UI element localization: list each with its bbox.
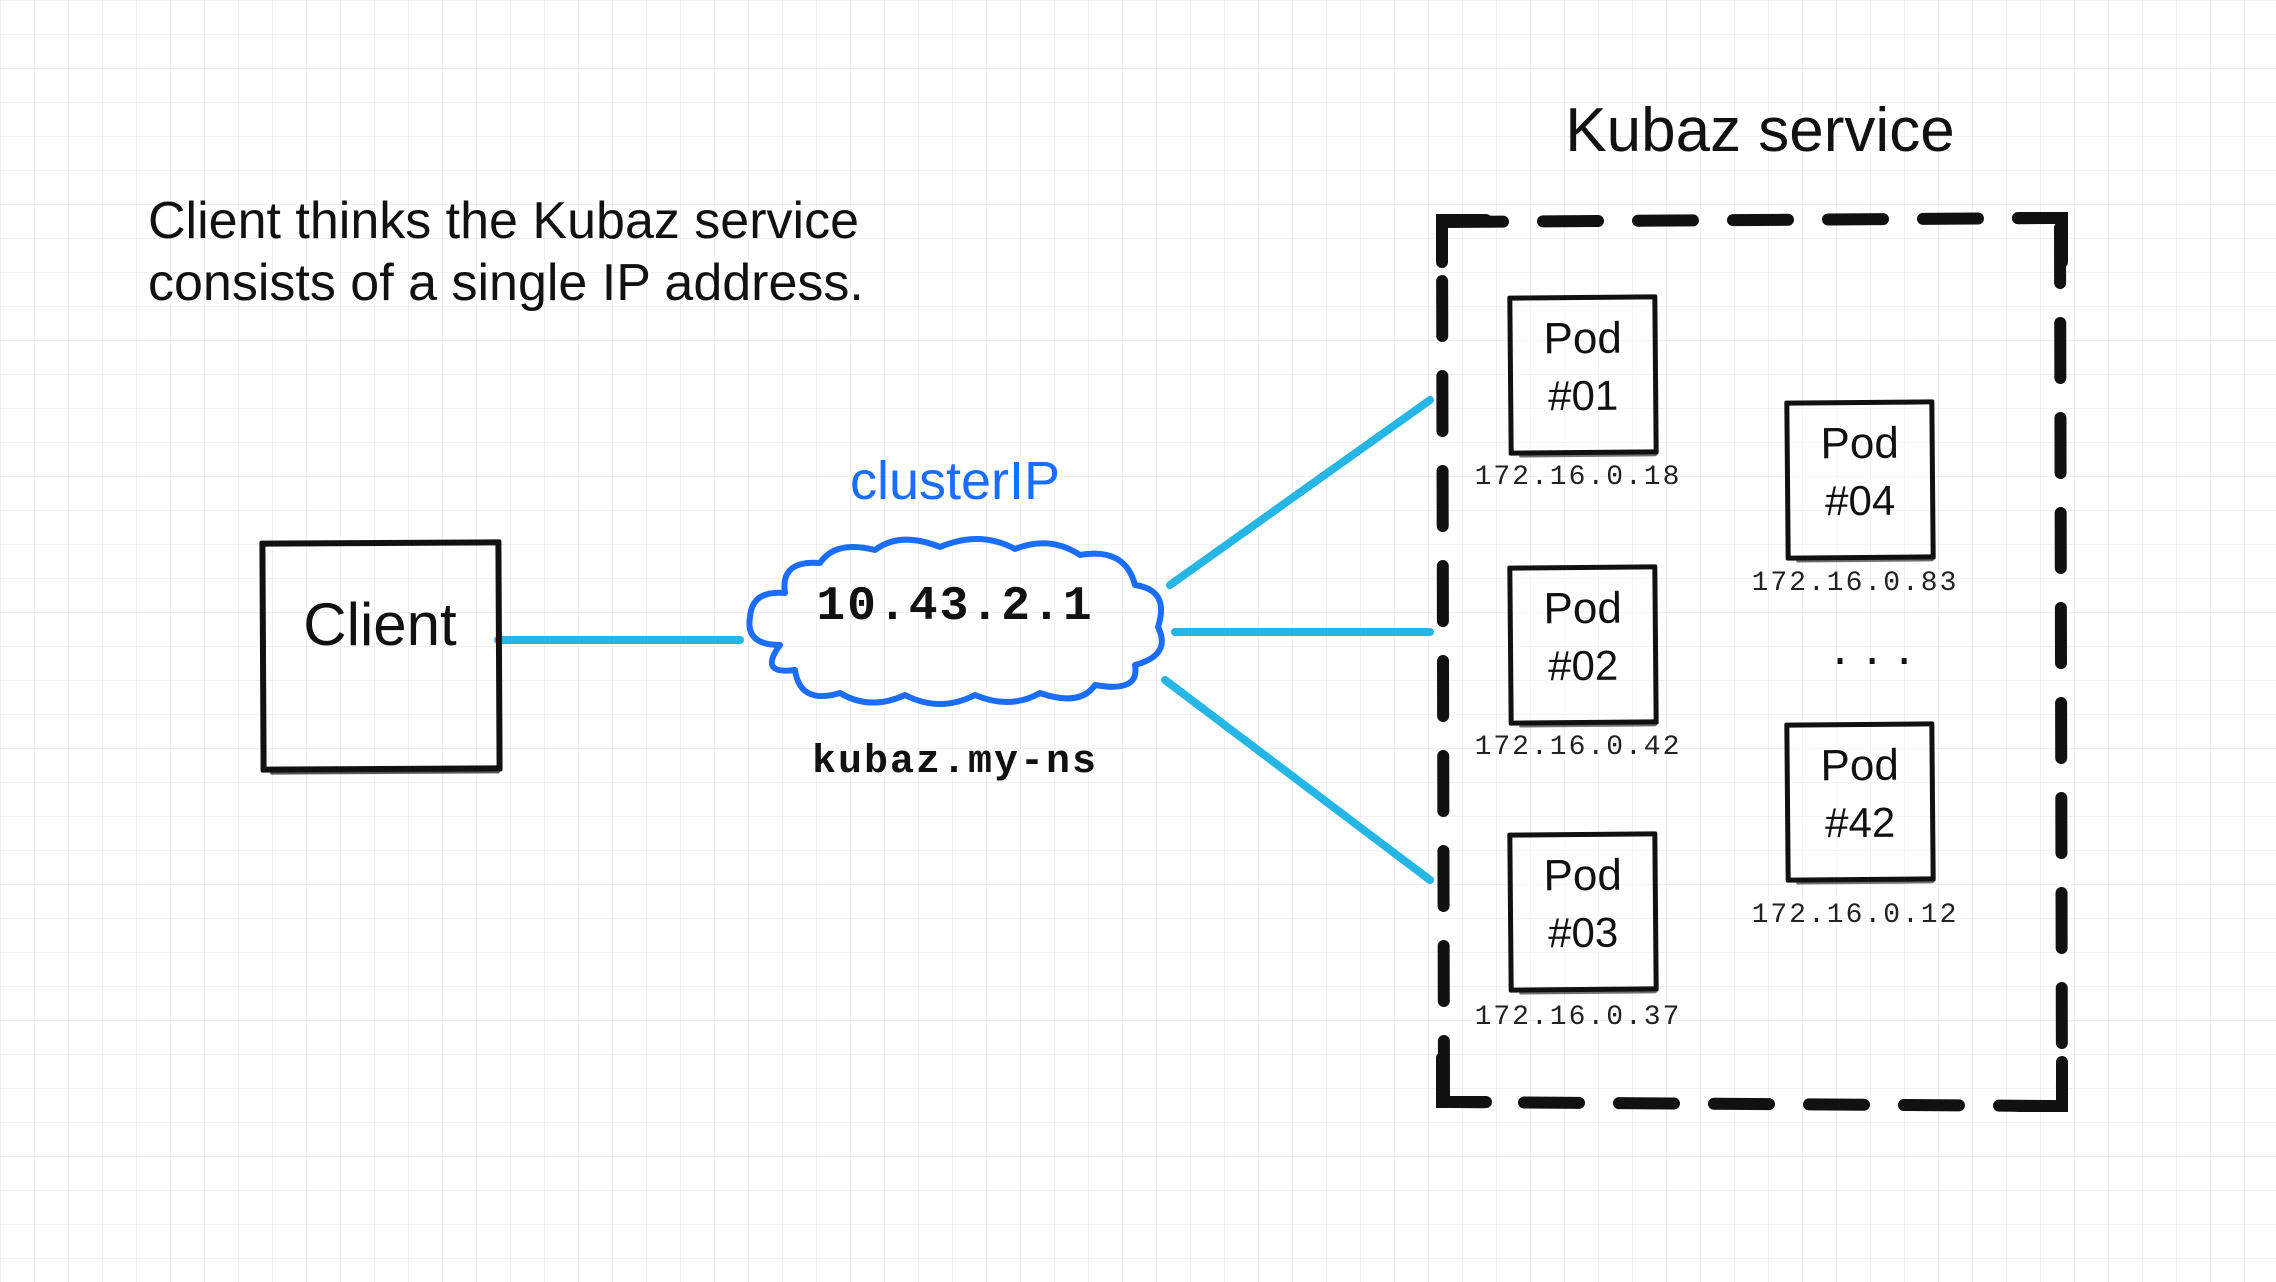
pod-42-num: #42	[1790, 798, 1930, 847]
clusterip-heading: clusterIP	[755, 450, 1155, 512]
caption-text: Client thinks the Kubaz service consists…	[148, 190, 868, 315]
pod-42-ip: 172.16.0.12	[1745, 900, 1965, 931]
pod-01-ip: 172.16.0.18	[1468, 462, 1688, 493]
pod-01-name: Pod	[1512, 313, 1652, 364]
pod-01-box: Pod #01	[1507, 294, 1658, 455]
pod-01-num: #01	[1513, 371, 1653, 420]
pod-02-ip: 172.16.0.42	[1468, 732, 1688, 763]
pod-02-name: Pod	[1512, 583, 1652, 634]
pod-42-box: Pod #42	[1784, 721, 1935, 882]
pod-04-box: Pod #04	[1784, 399, 1935, 560]
pod-04-ip: 172.16.0.83	[1745, 568, 1965, 599]
pod-02-box: Pod #02	[1507, 564, 1658, 725]
clusterip-value: 10.43.2.1	[740, 580, 1170, 634]
clusterip-dns: kubaz.my-ns	[740, 740, 1170, 785]
client-label: Client	[280, 590, 480, 659]
pod-03-box: Pod #03	[1507, 831, 1658, 992]
pod-03-num: #03	[1513, 908, 1653, 957]
pod-03-name: Pod	[1512, 850, 1652, 901]
pod-04-num: #04	[1790, 476, 1930, 525]
pod-04-name: Pod	[1789, 418, 1929, 469]
pod-03-ip: 172.16.0.37	[1468, 1002, 1688, 1033]
pod-02-num: #02	[1513, 641, 1653, 690]
diagram-stage: Client thinks the Kubaz service consists…	[0, 0, 2276, 1282]
pods-ellipsis: ...	[1828, 628, 1924, 674]
service-title: Kubaz service	[1440, 95, 2080, 166]
pod-42-name: Pod	[1789, 740, 1929, 791]
